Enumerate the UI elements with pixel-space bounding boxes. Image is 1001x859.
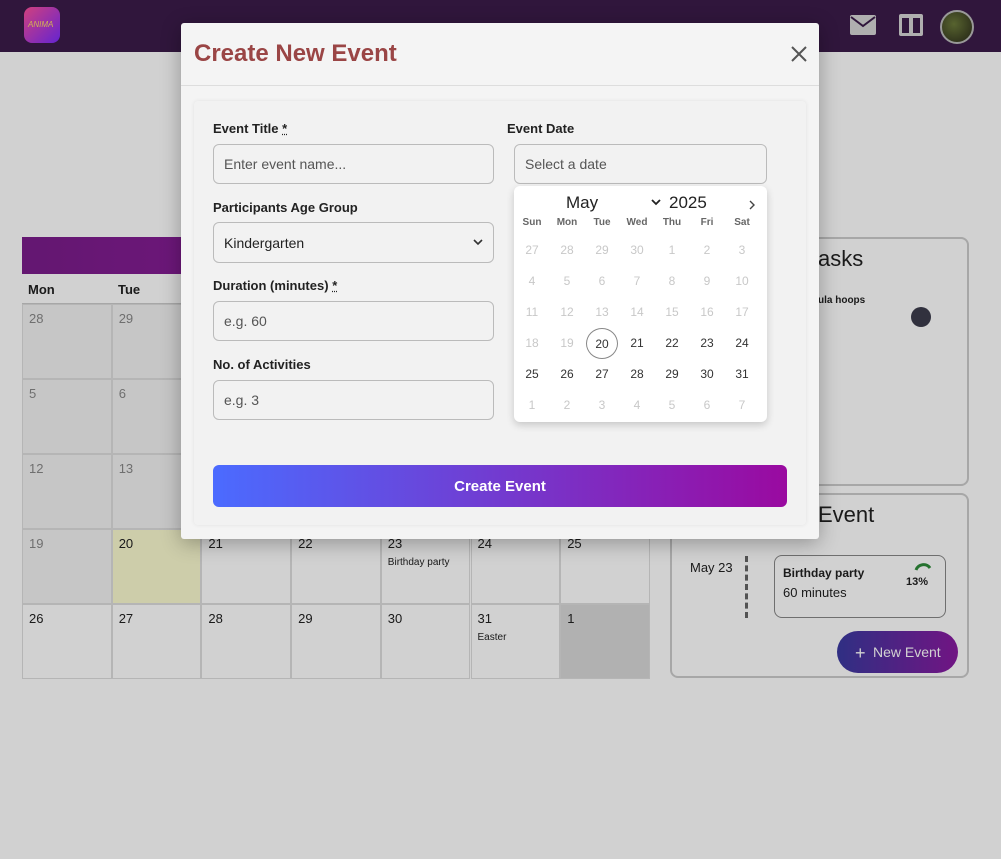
date-picker-today[interactable]: 20	[586, 328, 618, 359]
age-group-select[interactable]: Kindergarten	[213, 222, 494, 263]
date-picker-day: 13	[595, 305, 609, 319]
weekday-label: Wed	[626, 217, 648, 228]
date-picker-day: 17	[735, 305, 749, 319]
date-picker-day: 14	[630, 305, 644, 319]
date-picker-day: 19	[560, 336, 574, 350]
date-picker-day: 4	[633, 398, 641, 412]
date-picker-day: 27	[525, 243, 539, 257]
date-picker: May 2025 Sun Mon Tue Wed Thu Fri Sat 27 28 29 30 1…	[514, 186, 767, 422]
month-chevron-icon[interactable]	[651, 198, 661, 206]
date-picker-day: 6	[598, 274, 606, 288]
date-picker-day: 18	[525, 336, 539, 350]
date-picker-day: 3	[738, 243, 746, 257]
activities-input[interactable]	[213, 380, 494, 420]
create-event-button[interactable]: Create Event	[213, 465, 787, 507]
date-picker-day: 29	[595, 243, 609, 257]
date-picker-day: 8	[668, 274, 676, 288]
date-picker-day[interactable]: 21	[621, 328, 653, 359]
date-picker-day[interactable]: 29	[656, 359, 688, 390]
date-picker-day: 28	[560, 243, 574, 257]
weekday-label: Tue	[593, 217, 611, 228]
next-month-icon[interactable]	[748, 199, 756, 211]
weekday-label: Fri	[700, 217, 714, 228]
date-picker-day[interactable]: 31	[726, 359, 758, 390]
duration-label: Duration (minutes) *	[213, 278, 338, 293]
duration-input[interactable]	[213, 301, 494, 341]
weekday-label: Mon	[556, 217, 578, 228]
event-date-label: Event Date	[507, 121, 575, 136]
date-picker-day: 5	[563, 274, 571, 288]
event-title-label: Event Title *	[213, 121, 288, 136]
weekday-label: Sun	[522, 217, 542, 228]
close-icon[interactable]	[789, 44, 809, 64]
date-picker-day: 1	[668, 243, 676, 257]
date-picker-day: 9	[703, 274, 711, 288]
date-picker-day: 15	[665, 305, 679, 319]
create-event-modal: Create New Event Event Title * Event Dat…	[181, 23, 819, 539]
date-picker-day: 12	[560, 305, 574, 319]
event-title-input[interactable]	[213, 144, 494, 184]
event-date-input[interactable]	[514, 144, 767, 184]
chevron-down-icon	[473, 239, 483, 246]
activities-label: No. of Activities	[213, 357, 311, 372]
date-picker-day: 3	[598, 398, 606, 412]
date-picker-day[interactable]: 22	[656, 328, 688, 359]
weekday-label: Sat	[734, 217, 750, 228]
date-picker-day: 6	[703, 398, 711, 412]
date-picker-day[interactable]: 26	[551, 359, 583, 390]
date-picker-day: 7	[633, 274, 641, 288]
date-picker-day[interactable]: 27	[586, 359, 618, 390]
age-group-value: Kindergarten	[224, 235, 305, 251]
date-picker-day: 1	[528, 398, 536, 412]
year-input[interactable]: 2025	[669, 193, 707, 213]
weekday-label: Thu	[662, 217, 682, 228]
date-picker-day[interactable]: 24	[726, 328, 758, 359]
date-picker-day[interactable]: 28	[621, 359, 653, 390]
modal-divider	[181, 85, 819, 86]
month-select[interactable]: May	[566, 193, 598, 213]
date-picker-day: 2	[563, 398, 571, 412]
date-picker-day: 10	[735, 274, 749, 288]
date-picker-day: 30	[630, 243, 644, 257]
date-picker-day: 11	[525, 305, 539, 319]
date-picker-day[interactable]: 23	[691, 328, 723, 359]
date-picker-day: 16	[700, 305, 714, 319]
date-picker-day: 7	[738, 398, 746, 412]
date-picker-day: 5	[668, 398, 676, 412]
modal-title: Create New Event	[194, 40, 397, 67]
date-picker-day[interactable]: 30	[691, 359, 723, 390]
date-picker-day: 2	[703, 243, 711, 257]
date-picker-day[interactable]: 25	[516, 359, 548, 390]
date-picker-day: 4	[528, 274, 536, 288]
age-group-label: Participants Age Group	[213, 200, 358, 215]
